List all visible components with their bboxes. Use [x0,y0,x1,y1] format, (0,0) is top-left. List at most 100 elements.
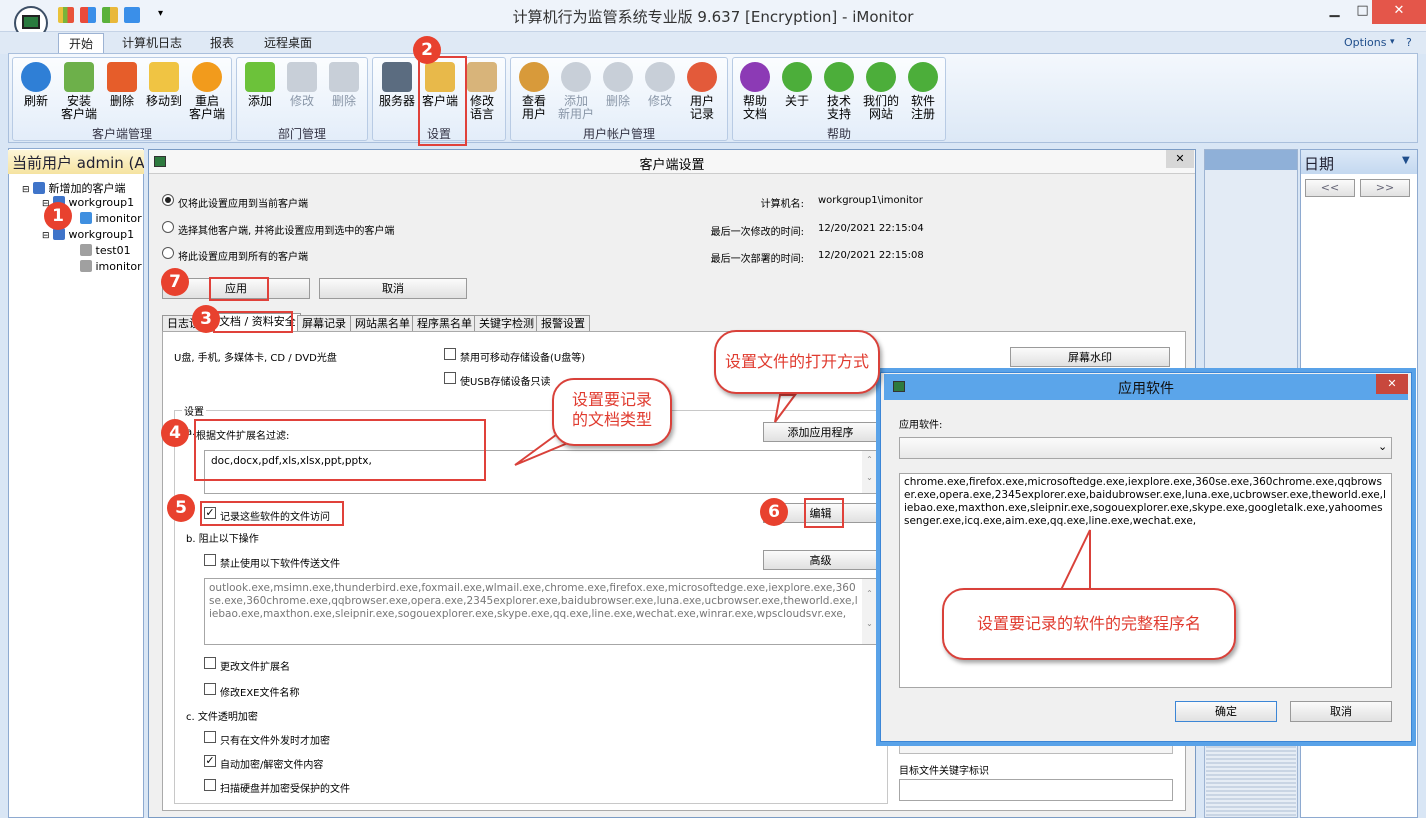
refresh-button[interactable]: 刷新 [16,62,56,108]
support-icon [824,62,854,92]
last-deployed-label: 最后一次部署的时间: [710,254,804,265]
radio-all-clients[interactable] [162,247,174,259]
refresh-icon [21,62,51,92]
dialog-title: 客户端设置 [639,158,705,173]
tab-remote-desktop[interactable]: 远程桌面 [254,33,322,53]
users-icon [519,62,549,92]
delete-client-button[interactable]: 删除 [102,62,142,108]
home-icon [866,62,896,92]
advanced-button[interactable]: 高级 [763,550,878,570]
tree-node-client[interactable]: test01 [80,244,131,257]
edit-user-icon [645,62,675,92]
tree-node-new-clients[interactable]: ⊟ 新增加的客户端 [22,180,126,196]
checkbox-label: 只有在文件外发时才加密 [220,736,330,747]
highlight-document-tab [213,311,293,333]
options-menu[interactable]: Options [1344,36,1386,49]
radio-current-client[interactable] [162,194,174,206]
checkbox-label: 使USB存储设备只读 [460,377,551,388]
strip-header [1205,150,1297,170]
delete-department-button[interactable]: 删除 [324,62,364,108]
usb-readonly-checkbox[interactable] [444,372,456,384]
move-to-button[interactable]: 移动到 [142,62,186,108]
help-icon [740,62,770,92]
ok-button[interactable]: 确定 [1175,701,1277,722]
calendar-prev-button[interactable]: << [1305,179,1355,197]
tab-alert-settings[interactable]: 报警设置 [536,315,590,332]
help-docs-button[interactable]: 帮助 文档 [734,62,776,121]
tab-screen-recording[interactable]: 屏幕记录 [297,315,351,332]
highlight-record-checkbox [200,501,344,526]
step-number: 3 [192,305,220,333]
chevron-down-icon[interactable]: ▼ [1402,155,1410,166]
calendar-next-button[interactable]: >> [1360,179,1410,197]
tab-start[interactable]: 开始 [58,33,105,53]
tree-node-client[interactable]: imonitor [80,260,142,273]
tab-website-blacklist[interactable]: 网站黑名单 [350,315,415,332]
app-dialog-close-button[interactable]: ✕ [1376,374,1408,394]
tab-keyword-detection[interactable]: 关键字检测 [474,315,539,332]
keyword-input[interactable] [899,779,1173,801]
help-icon[interactable]: ? [1406,36,1412,49]
checkbox-label: 禁止使用以下软件传送文件 [220,559,340,570]
add-user-button[interactable]: 添加 新用户 [556,62,596,121]
edit-user-button[interactable]: 修改 [640,62,680,108]
scrollbar[interactable]: ⌃ ⌄ [862,579,877,644]
user-icon [80,212,92,224]
scrollbar[interactable]: ⌃ ⌄ [862,451,877,493]
checkbox-label: 扫描硬盘并加密受保护的文件 [220,784,350,795]
cancel-button[interactable]: 取消 [319,278,467,299]
auto-encrypt-checkbox[interactable]: ✓ [204,755,216,767]
tab-computer-log[interactable]: 计算机日志 [112,33,192,53]
edit-department-button[interactable]: 修改 [282,62,322,108]
step-number: 2 [413,36,441,64]
add-department-button[interactable]: 添加 [240,62,280,108]
dialog-close-button[interactable]: ✕ [1166,150,1194,168]
block-transfer-checkbox[interactable] [204,554,216,566]
delete-user-button[interactable]: 删除 [598,62,638,108]
rename-exe-checkbox[interactable] [204,683,216,695]
step-number: 5 [167,494,195,522]
change-language-button[interactable]: 修改 语言 [462,62,502,121]
scan-disk-checkbox[interactable] [204,779,216,791]
checkbox-label: 禁用可移动存储设备(U盘等) [460,353,586,364]
server-button[interactable]: 服务器 [376,62,418,108]
screen-watermark-button[interactable]: 屏幕水印 [1010,347,1170,367]
records-icon [687,62,717,92]
view-users-button[interactable]: 查看 用户 [514,62,554,121]
radio-selected-clients[interactable] [162,221,174,233]
delete-user-icon [603,62,633,92]
last-deployed-value: 12/20/2021 22:15:08 [818,250,924,261]
radio-label: 仅将此设置应用到当前客户端 [178,199,308,210]
current-user-header: 当前用户 admin (A [8,150,144,174]
app-dialog-title: 应用软件 [1118,381,1174,397]
register-button[interactable]: 软件 注册 [902,62,944,121]
highlight-edit-button [804,498,844,528]
step-number: 4 [161,419,189,447]
encrypt-on-send-checkbox[interactable] [204,731,216,743]
block-list-input[interactable]: outlook.exe,msimn.exe,thunderbird.exe,fo… [204,578,878,645]
disable-removable-checkbox[interactable] [444,348,456,360]
network-icon [33,182,46,194]
last-modified-label: 最后一次修改的时间: [710,227,804,238]
tab-program-blacklist[interactable]: 程序黑名单 [412,315,477,332]
tab-reports[interactable]: 报表 [200,33,244,53]
install-icon [64,62,94,92]
chevron-down-icon: ⌄ [1378,440,1388,453]
install-client-button[interactable]: 安装 客户端 [58,62,100,121]
user-records-button[interactable]: 用户 记录 [682,62,722,121]
change-extension-checkbox[interactable] [204,657,216,669]
about-icon [782,62,812,92]
callout-open-method: 设置文件的打开方式 [714,330,880,394]
app-software-select[interactable] [899,437,1392,459]
tree-node-client[interactable]: imonitor [80,212,142,225]
add-application-button[interactable]: 添加应用程序 [763,422,878,442]
tech-support-button[interactable]: 技术 支持 [818,62,860,121]
restart-client-button[interactable]: 重启 客户端 [186,62,228,121]
about-button[interactable]: 关于 [776,62,818,108]
settings-label: 设置 [182,403,206,418]
user-icon [80,260,92,272]
callout-document-types: 设置要记录 的文档类型 [552,378,672,446]
app-cancel-button[interactable]: 取消 [1290,701,1392,722]
website-button[interactable]: 我们的 网站 [860,62,902,121]
close-button[interactable]: ✕ [1372,0,1426,24]
